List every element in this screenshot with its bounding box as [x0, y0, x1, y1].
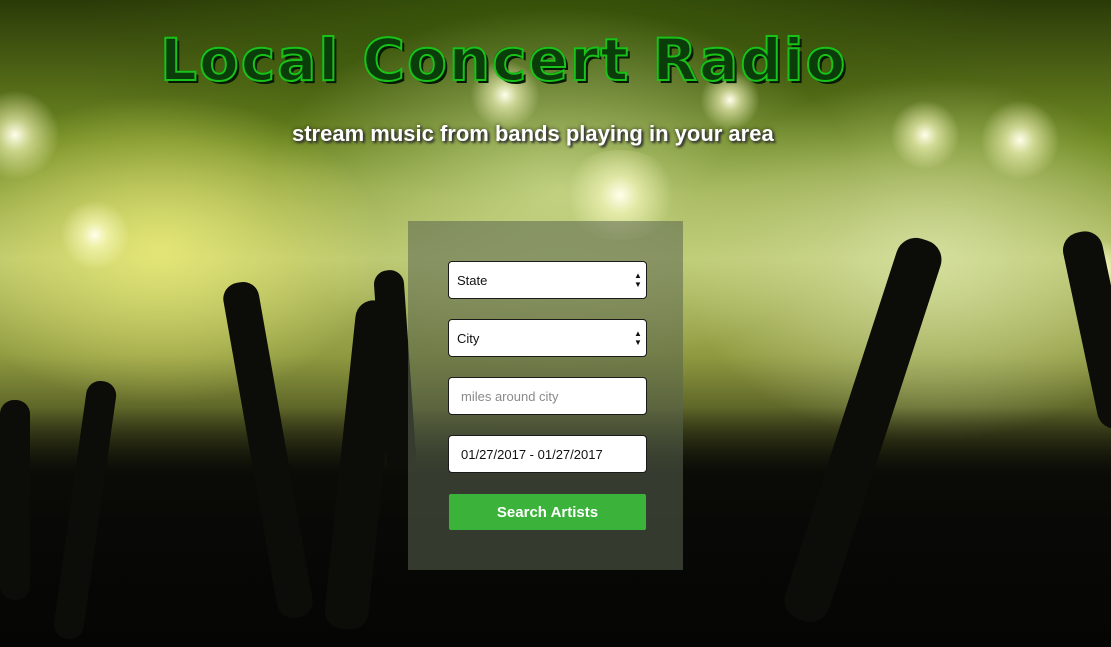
stage-light	[60, 200, 130, 270]
stage-light	[890, 100, 960, 170]
page-subtitle: stream music from bands playing in your …	[292, 121, 774, 146]
stage-light	[0, 90, 60, 180]
state-select-value: State	[457, 272, 488, 288]
state-select[interactable]: State ▲ ▼	[448, 261, 647, 299]
page-title: Local Concert Radio	[159, 25, 848, 95]
date-range-value: 01/27/2017 - 01/27/2017	[461, 446, 603, 462]
date-range-input[interactable]: 01/27/2017 - 01/27/2017	[448, 435, 647, 473]
city-select[interactable]: City ▲ ▼	[448, 319, 647, 357]
miles-input-placeholder: miles around city	[461, 388, 559, 404]
up-down-chevron-icon: ▲ ▼	[634, 329, 642, 347]
crowd-arm	[0, 400, 30, 600]
search-artists-button[interactable]: Search Artists	[449, 494, 646, 530]
miles-around-city-input[interactable]: miles around city	[448, 377, 647, 415]
stage-light	[980, 100, 1060, 180]
up-down-chevron-icon: ▲ ▼	[634, 271, 642, 289]
city-select-value: City	[457, 330, 480, 346]
